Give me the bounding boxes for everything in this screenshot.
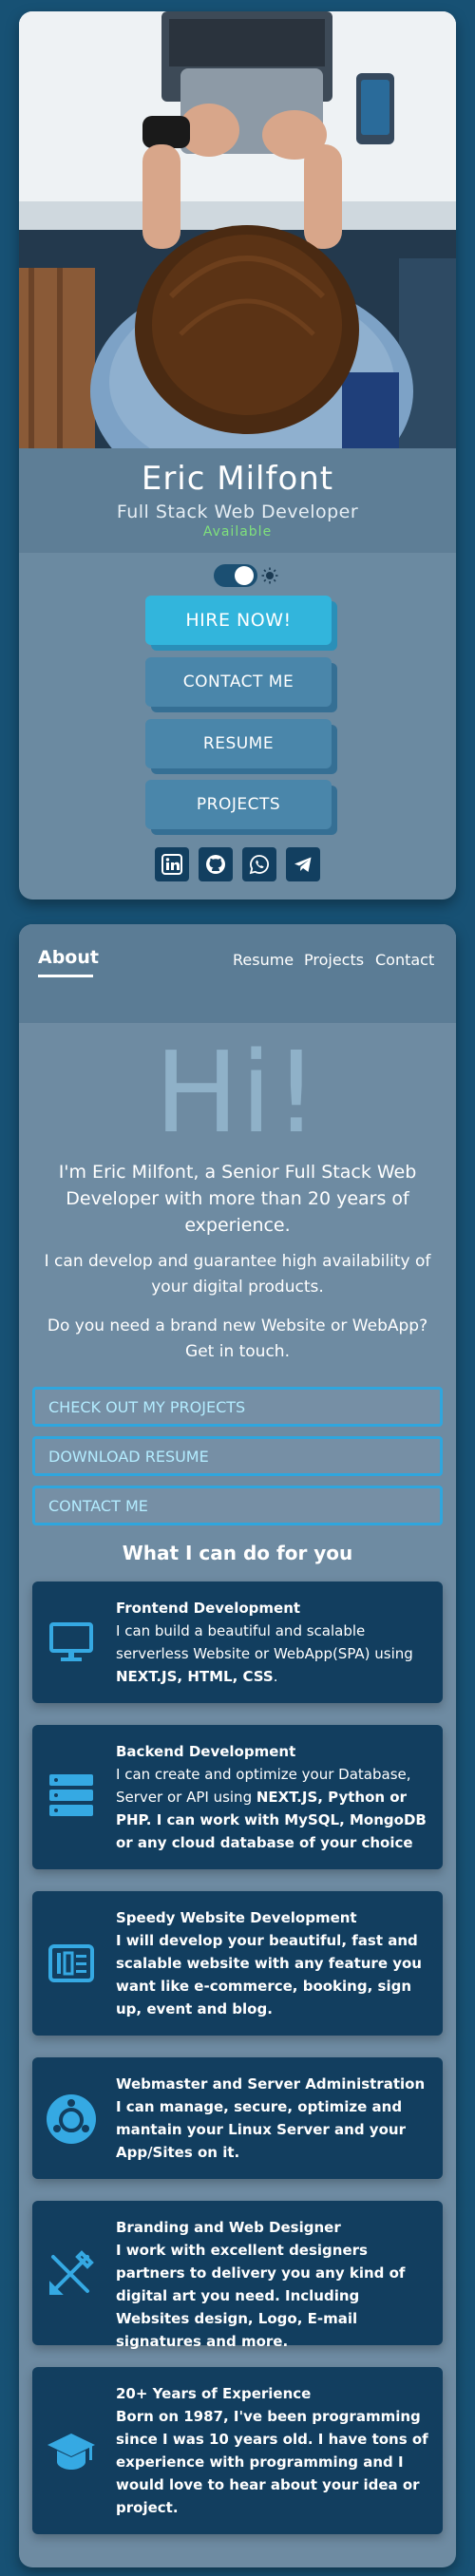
service-card-speedy: Speedy Website Development I will develo…: [32, 1891, 443, 2036]
github-icon[interactable]: [199, 847, 233, 881]
service-desc-end: .: [273, 1668, 278, 1685]
speed-icon: [48, 1944, 94, 1982]
download-resume-button[interactable]: DOWNLOAD RESUME: [32, 1436, 443, 1476]
linux-icon: [47, 2094, 96, 2144]
service-title: Speedy Website Development: [116, 1909, 357, 1926]
service-desc-bold: I will develop your beautiful, fast and …: [116, 1932, 422, 2017]
active-tab-indicator: [38, 975, 93, 977]
service-title: 20+ Years of Experience: [116, 2385, 312, 2402]
service-title: Frontend Development: [116, 1600, 301, 1617]
projects-button[interactable]: PROJECTS: [145, 780, 332, 829]
contact-me-button[interactable]: CONTACT ME: [145, 657, 332, 707]
theme-toggle[interactable]: [214, 564, 280, 589]
service-title: Branding and Web Designer: [116, 2219, 341, 2236]
toggle-knob: [235, 566, 254, 585]
hi-heading: Hi!: [154, 1027, 321, 1158]
monitor-icon: [49, 1622, 93, 1661]
content-card: About Resume Projects Contact Hi! I'm Er…: [19, 924, 456, 2567]
profile-title: Full Stack Web Developer: [116, 502, 359, 522]
hire-now-button[interactable]: HIRE NOW!: [145, 596, 332, 645]
service-title: Backend Development: [116, 1743, 296, 1760]
service-card-frontend: Frontend Development I can build a beaut…: [32, 1582, 443, 1703]
service-card-webmaster: Webmaster and Server Administration I ca…: [32, 2057, 443, 2179]
server-icon: [49, 1774, 93, 1816]
profile-photo: [19, 11, 456, 448]
service-desc-bold: NEXT.JS, HTML, CSS: [116, 1668, 274, 1685]
toggle-track[interactable]: [214, 564, 257, 587]
service-card-experience: 20+ Years of Experience Born on 1987, I'…: [32, 2367, 443, 2534]
check-projects-button[interactable]: CHECK OUT MY PROJECTS: [32, 1387, 443, 1427]
resume-button[interactable]: RESUME: [145, 719, 332, 768]
social-links: [19, 847, 456, 885]
service-card-branding: Branding and Web Designer I work with ex…: [32, 2201, 443, 2350]
service-desc-bold: I can manage, secure, optimize and manta…: [116, 2098, 406, 2161]
design-tools-icon: [49, 2250, 94, 2295]
nav-projects[interactable]: Projects: [304, 951, 364, 969]
service-desc: I can build a beautiful and scalable ser…: [116, 1622, 413, 1662]
linkedin-icon[interactable]: [155, 847, 189, 881]
services-heading: What I can do for you: [122, 1542, 353, 1564]
top-nav: About Resume Projects Contact: [19, 924, 456, 1023]
intro-availability: I can develop and guarantee high availab…: [44, 1252, 431, 1297]
sun-icon: [261, 567, 278, 584]
nav-contact[interactable]: Contact: [375, 951, 434, 969]
profile-name: Eric Milfont: [141, 460, 334, 498]
intro-headline: I'm Eric Milfont, a Senior Full Stack We…: [58, 1162, 417, 1236]
service-card-backend: Backend Development I can create and opt…: [32, 1725, 443, 1869]
graduation-cap-icon: [48, 2434, 95, 2470]
name-block: Eric Milfont Full Stack Web Developer Av…: [19, 448, 456, 553]
service-desc-bold: I work with excellent designers partners…: [116, 2242, 406, 2350]
intro-cta-text: Do you need a brand new Website or WebAp…: [47, 1316, 428, 1361]
whatsapp-icon[interactable]: [242, 847, 276, 881]
service-desc-bold: Born on 1987, I've been programming sinc…: [116, 2408, 428, 2516]
nav-about[interactable]: About: [38, 947, 99, 968]
availability-status: Available: [202, 524, 273, 540]
service-title: Webmaster and Server Administration: [116, 2075, 426, 2093]
contact-me-outline-button[interactable]: CONTACT ME: [32, 1486, 443, 1525]
profile-card: Eric Milfont Full Stack Web Developer Av…: [19, 11, 456, 900]
nav-resume[interactable]: Resume: [233, 951, 294, 969]
telegram-icon[interactable]: [286, 847, 320, 881]
